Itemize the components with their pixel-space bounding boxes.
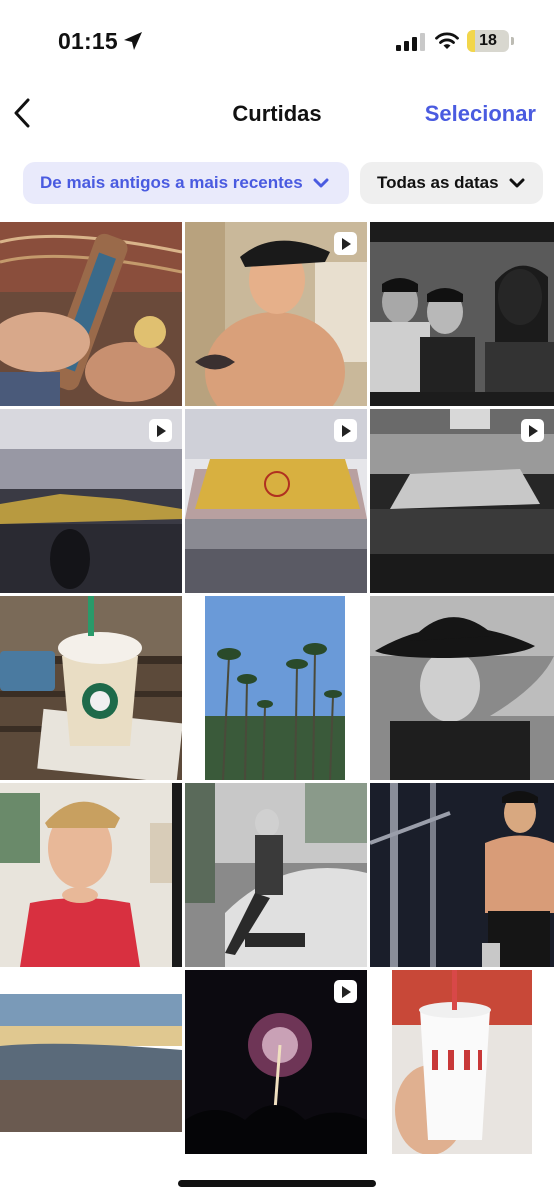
photo-thumbnail bbox=[0, 596, 182, 780]
grid-item[interactable] bbox=[185, 222, 367, 406]
photo-thumbnail bbox=[0, 222, 182, 406]
grid-item[interactable] bbox=[370, 409, 554, 593]
grid-item[interactable] bbox=[370, 222, 554, 406]
date-range-label: Todas as datas bbox=[377, 173, 499, 192]
status-bar: 01:15 18 bbox=[0, 0, 554, 80]
select-button[interactable]: Selecionar bbox=[425, 101, 536, 127]
sort-order-label: De mais antigos a mais recentes bbox=[40, 173, 303, 192]
home-indicator[interactable] bbox=[178, 1180, 376, 1187]
photo-thumbnail bbox=[370, 596, 554, 780]
photo-thumbnail bbox=[185, 783, 367, 967]
grid-item[interactable] bbox=[0, 409, 182, 593]
grid-item[interactable] bbox=[185, 409, 367, 593]
date-range-dropdown[interactable]: Todas as datas bbox=[360, 162, 543, 204]
video-indicator-icon bbox=[334, 419, 357, 442]
grid-item[interactable] bbox=[185, 783, 367, 967]
battery-indicator: 18 bbox=[467, 30, 509, 52]
photo-thumbnail bbox=[0, 783, 182, 967]
video-indicator-icon bbox=[334, 980, 357, 1003]
grid-item[interactable] bbox=[185, 596, 367, 780]
battery-percent: 18 bbox=[479, 32, 497, 49]
chevron-down-icon bbox=[509, 178, 525, 188]
video-indicator-icon bbox=[149, 419, 172, 442]
grid-item[interactable] bbox=[370, 783, 554, 967]
grid-item[interactable] bbox=[185, 970, 367, 1154]
grid-item[interactable] bbox=[370, 596, 554, 780]
grid-item[interactable] bbox=[0, 970, 182, 1154]
sort-order-dropdown[interactable]: De mais antigos a mais recentes bbox=[23, 162, 349, 204]
photo-thumbnail bbox=[370, 970, 554, 1154]
chevron-down-icon bbox=[313, 178, 329, 188]
wifi-icon bbox=[435, 32, 459, 49]
grid-item[interactable] bbox=[370, 970, 554, 1154]
liked-media-grid bbox=[0, 222, 554, 1154]
grid-item[interactable] bbox=[0, 222, 182, 406]
location-arrow-icon bbox=[124, 32, 142, 50]
video-indicator-icon bbox=[334, 232, 357, 255]
photo-thumbnail bbox=[0, 970, 182, 1154]
video-indicator-icon bbox=[521, 419, 544, 442]
status-time: 01:15 bbox=[58, 28, 118, 54]
photo-thumbnail bbox=[370, 222, 554, 406]
photo-thumbnail bbox=[370, 783, 554, 967]
filter-bar: De mais antigos a mais recentes Todas as… bbox=[0, 162, 554, 206]
photo-thumbnail bbox=[185, 596, 367, 780]
battery-cap bbox=[511, 37, 514, 45]
navigation-bar: Curtidas Selecionar bbox=[0, 80, 554, 146]
grid-item[interactable] bbox=[0, 783, 182, 967]
grid-item[interactable] bbox=[0, 596, 182, 780]
cellular-signal-icon bbox=[396, 33, 425, 51]
